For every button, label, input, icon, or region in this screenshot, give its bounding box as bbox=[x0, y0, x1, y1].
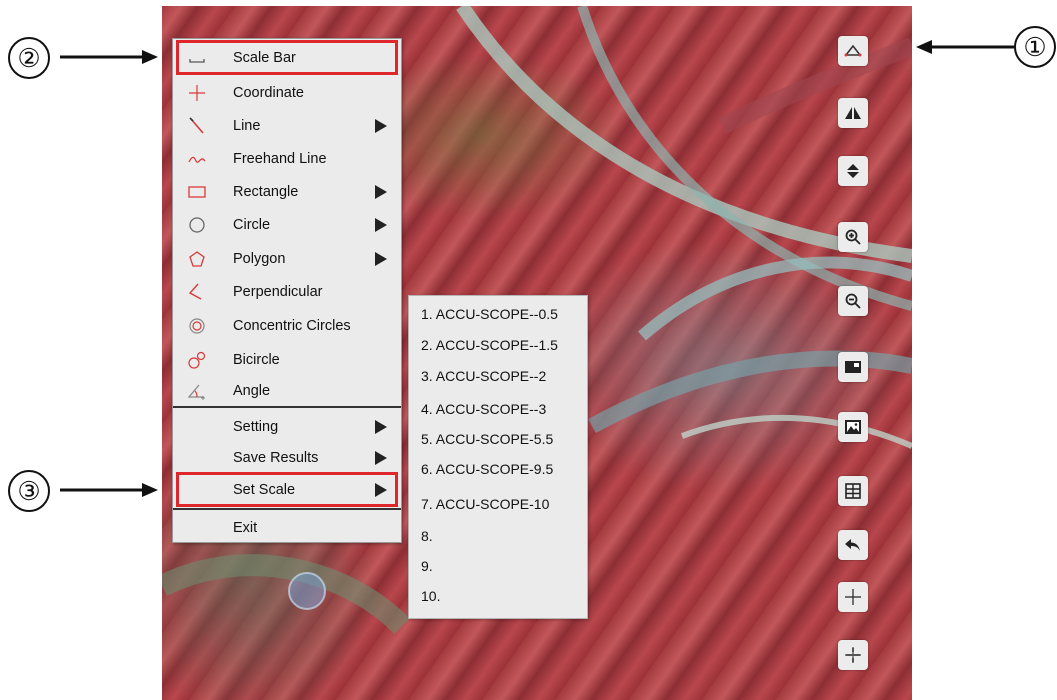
menu-item-label: Concentric Circles bbox=[233, 318, 351, 334]
zoom-out-icon bbox=[845, 293, 861, 309]
line-icon bbox=[189, 117, 204, 134]
menu-item-label: Angle bbox=[233, 383, 271, 399]
annotation-two: ② bbox=[8, 37, 50, 79]
arrow-right-icon bbox=[60, 483, 158, 497]
submenu-item[interactable]: 5. ACCU-SCOPE-5.5 bbox=[421, 431, 553, 447]
submenu-arrow-icon bbox=[375, 218, 387, 232]
concentric-circles-icon bbox=[189, 318, 205, 334]
angle-icon bbox=[187, 384, 205, 400]
zoom-out-button[interactable] bbox=[838, 286, 868, 316]
menu-item-polygon[interactable]: Polygon bbox=[173, 242, 401, 275]
crosshair-button[interactable] bbox=[838, 582, 868, 612]
menu-item-angle[interactable]: Angle bbox=[173, 374, 401, 407]
submenu-item[interactable]: 10. bbox=[421, 588, 440, 604]
submenu-arrow-icon bbox=[375, 252, 387, 266]
annotation-three: ③ bbox=[8, 470, 50, 512]
undo-icon bbox=[845, 539, 860, 551]
menu-item-label: Coordinate bbox=[233, 85, 304, 101]
picture-in-picture-button[interactable] bbox=[838, 352, 868, 382]
menu-item-rectangle[interactable]: Rectangle bbox=[173, 175, 401, 208]
menu-item-line[interactable]: Line bbox=[173, 109, 401, 142]
picture-in-picture-icon bbox=[845, 361, 861, 373]
menu-item-label: Save Results bbox=[233, 450, 319, 466]
bicircle-icon bbox=[188, 351, 206, 369]
scale-bar-highlight bbox=[176, 40, 398, 75]
image-icon bbox=[845, 420, 861, 434]
menu-item-label: Bicircle bbox=[233, 352, 280, 368]
arrow-left-icon bbox=[916, 40, 1014, 54]
crosshair-icon bbox=[845, 589, 861, 605]
set-scale-highlight bbox=[176, 472, 398, 507]
submenu-item[interactable]: 2. ACCU-SCOPE--1.5 bbox=[421, 337, 558, 353]
zoom-in-button[interactable] bbox=[838, 222, 868, 252]
menu-item-label: Line bbox=[233, 118, 261, 134]
submenu-item[interactable]: 7. ACCU-SCOPE-10 bbox=[421, 496, 549, 512]
menu-item-setting[interactable]: Setting bbox=[173, 410, 401, 443]
submenu-arrow-icon bbox=[375, 185, 387, 199]
menu-item-label: Setting bbox=[233, 419, 279, 435]
rectangle-icon bbox=[188, 186, 206, 198]
grid-icon bbox=[845, 483, 861, 499]
submenu-item[interactable]: 6. ACCU-SCOPE-9.5 bbox=[421, 461, 553, 477]
submenu-item[interactable]: 4. ACCU-SCOPE--3 bbox=[421, 401, 546, 417]
submenu-arrow-icon bbox=[375, 420, 387, 434]
menu-item-label: Freehand Line bbox=[233, 151, 327, 167]
crosshair-scale-icon bbox=[845, 647, 861, 663]
menu-item-exit[interactable]: Exit bbox=[173, 511, 401, 544]
menu-item-label: Polygon bbox=[233, 251, 286, 267]
zoom-in-icon bbox=[845, 229, 861, 245]
menu-item-label: Rectangle bbox=[233, 184, 299, 200]
menu-item-coordinate[interactable]: Coordinate bbox=[173, 76, 401, 109]
menu-item-save-results[interactable]: Save Results bbox=[173, 441, 401, 474]
menu-item-bicircle[interactable]: Bicircle bbox=[173, 343, 401, 376]
flip-horizontal-button[interactable] bbox=[838, 98, 868, 128]
menu-item-label: Circle bbox=[233, 217, 271, 233]
undo-button[interactable] bbox=[838, 530, 868, 560]
freehand-line-icon bbox=[188, 156, 206, 163]
flip-horizontal-icon bbox=[845, 107, 861, 119]
measure-button[interactable] bbox=[838, 36, 868, 66]
menu-item-label: Perpendicular bbox=[233, 284, 323, 300]
coordinate-icon bbox=[189, 85, 205, 101]
submenu-item[interactable]: 9. bbox=[421, 558, 433, 574]
set-scale-submenu: 1. ACCU-SCOPE--0.5 2. ACCU-SCOPE--1.5 3.… bbox=[408, 295, 588, 619]
polygon-icon bbox=[189, 251, 205, 267]
menu-item-freehand-line[interactable]: Freehand Line bbox=[173, 142, 401, 175]
submenu-arrow-icon bbox=[375, 119, 387, 133]
arrow-right-icon bbox=[60, 50, 158, 64]
circle-icon bbox=[189, 217, 205, 233]
flip-vertical-icon bbox=[847, 164, 859, 178]
measurement-context-menu: Scale Bar Coordinate Line Freehand Line … bbox=[172, 38, 402, 543]
crosshair-scale-button[interactable] bbox=[838, 640, 868, 670]
grid-button[interactable] bbox=[838, 476, 868, 506]
image-button[interactable] bbox=[838, 412, 868, 442]
perpendicular-icon bbox=[188, 283, 202, 300]
menu-item-concentric-circles[interactable]: Concentric Circles bbox=[173, 309, 401, 342]
measure-icon bbox=[844, 44, 862, 57]
submenu-item[interactable]: 8. bbox=[421, 528, 433, 544]
submenu-item[interactable]: 3. ACCU-SCOPE--2 bbox=[421, 368, 546, 384]
submenu-item[interactable]: 1. ACCU-SCOPE--0.5 bbox=[421, 306, 558, 322]
annotation-one: ① bbox=[1014, 26, 1056, 68]
menu-item-circle[interactable]: Circle bbox=[173, 208, 401, 241]
menu-separator bbox=[173, 406, 401, 408]
menu-separator bbox=[173, 508, 401, 510]
menu-item-label: Exit bbox=[233, 520, 258, 536]
submenu-arrow-icon bbox=[375, 451, 387, 465]
menu-item-perpendicular[interactable]: Perpendicular bbox=[173, 275, 401, 308]
flip-vertical-button[interactable] bbox=[838, 156, 868, 186]
